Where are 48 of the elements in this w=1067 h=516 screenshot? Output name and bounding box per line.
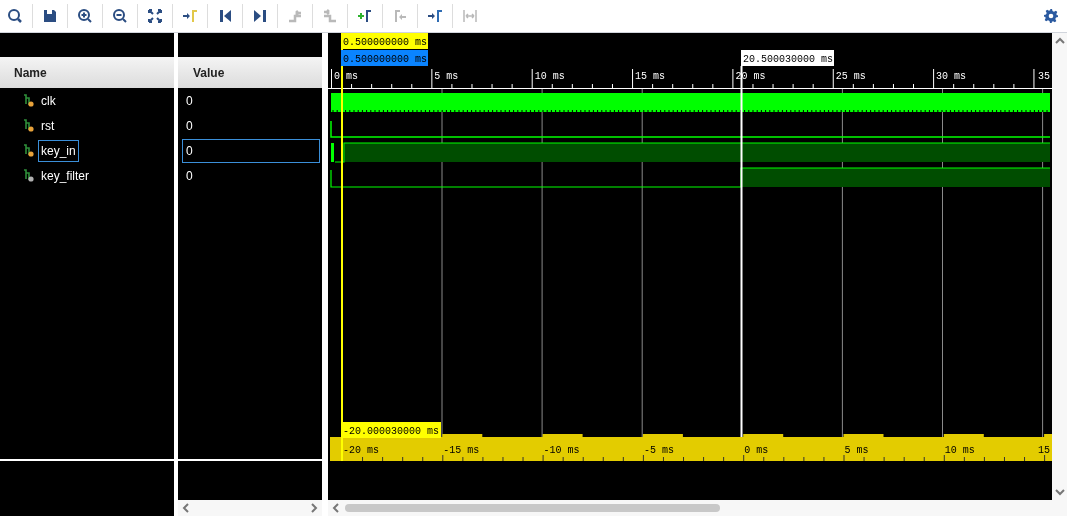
save-icon[interactable]: [42, 8, 58, 24]
signal-value[interactable]: 0: [182, 138, 320, 163]
ruler-label: 10 ms: [944, 445, 975, 456]
ruler-label: 0 ms: [744, 445, 769, 456]
signal-name[interactable]: key_filter: [38, 164, 93, 187]
arrow-bracket-icon[interactable]: [427, 8, 443, 24]
scrollbar-thumb[interactable]: [345, 504, 720, 512]
vertical-scrollbar[interactable]: [1052, 33, 1067, 500]
ruler-label: 5 ms: [844, 445, 869, 456]
time-label: 0.500000000 ms: [341, 50, 428, 66]
horizontal-scrollbar[interactable]: [328, 500, 1067, 516]
fit-icon[interactable]: [147, 8, 163, 24]
column-header[interactable]: Name: [0, 57, 174, 88]
ruler-label: -5 ms: [643, 445, 674, 456]
horizontal-scrollbar[interactable]: [178, 500, 322, 516]
ruler-label: -10 ms: [543, 445, 580, 456]
column-header[interactable]: Value: [178, 57, 322, 88]
signal-icon: [23, 144, 35, 157]
settings-icon[interactable]: [1044, 9, 1058, 23]
time-label: 0.500000000 ms: [341, 33, 428, 49]
ruler-label: 5 ms: [434, 71, 459, 82]
signal-value[interactable]: 0: [182, 163, 320, 188]
ruler-label: 25 ms: [835, 71, 866, 82]
ruler-label: 35: [1038, 71, 1050, 82]
plus-bracket-icon[interactable]: [357, 8, 373, 24]
ruler-label: -20 ms: [343, 445, 379, 456]
ruler-label: -15 ms: [443, 445, 480, 456]
signal-icon: [23, 119, 35, 132]
time-label: 20.500030000 ms: [741, 50, 834, 66]
zoom-out-icon[interactable]: [112, 8, 128, 24]
ruler-label: 0 ms: [334, 71, 358, 82]
ruler-label: 30 ms: [936, 71, 967, 82]
signal-value[interactable]: 0: [182, 88, 320, 113]
arrow-bracket-icon[interactable]: [182, 8, 198, 24]
ruler-label: 10 ms: [534, 71, 565, 82]
signal-name[interactable]: rst: [38, 114, 58, 137]
skip-end-icon[interactable]: [252, 8, 268, 24]
search-icon[interactable]: [7, 8, 23, 24]
skip-start-icon[interactable]: [217, 8, 233, 24]
ruler-label: 15 ms: [635, 71, 666, 82]
signal-icon: [23, 94, 35, 107]
signal-name[interactable]: key_in: [38, 139, 79, 162]
zoom-in-icon[interactable]: [77, 8, 93, 24]
signal-icon: [23, 169, 35, 182]
signal-value[interactable]: 0: [182, 113, 320, 138]
time-label: -20.000030000 ms: [341, 422, 441, 438]
signal-name[interactable]: clk: [38, 89, 59, 112]
ruler-label: 15: [1038, 445, 1050, 456]
